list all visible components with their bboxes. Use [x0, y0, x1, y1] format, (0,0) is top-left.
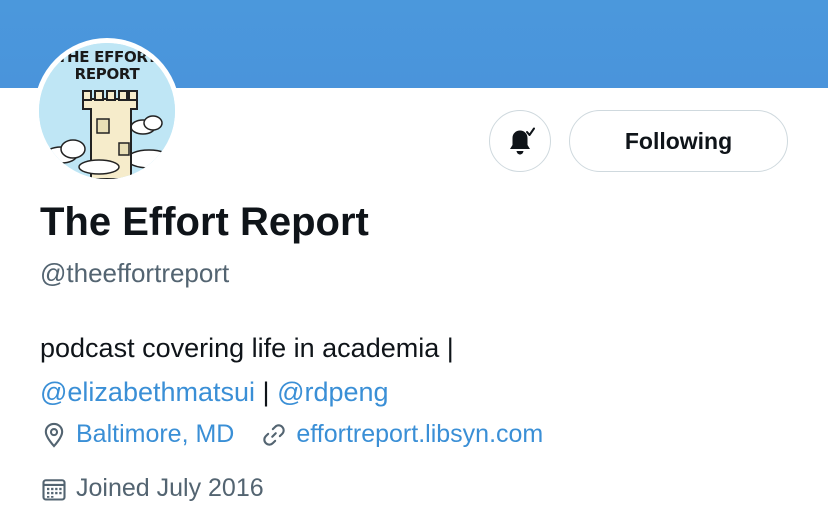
- avatar-image: THE EFFORT REPORT: [39, 43, 175, 179]
- avatar-logo-text: THE EFFORT REPORT: [39, 49, 175, 83]
- avatar-logo-line2: REPORT: [74, 65, 140, 83]
- website-item: effortreport.libsyn.com: [260, 420, 543, 449]
- bio-mention-elizabethmatsui[interactable]: @elizabethmatsui: [40, 377, 255, 407]
- bio-text: podcast covering life in academia |: [40, 333, 454, 363]
- link-icon: [263, 423, 286, 446]
- location-text: Baltimore, MD: [76, 420, 235, 448]
- notifications-button[interactable]: [489, 110, 551, 172]
- profile-bio: podcast covering life in academia | @eli…: [40, 326, 454, 414]
- joined-text: Joined July 2016: [76, 474, 264, 502]
- following-button[interactable]: Following: [569, 110, 788, 172]
- bell-check-icon: [510, 127, 535, 155]
- profile-avatar[interactable]: THE EFFORT REPORT: [34, 38, 180, 184]
- website-link[interactable]: effortreport.libsyn.com: [296, 420, 543, 449]
- location-item: Baltimore, MD: [40, 420, 234, 449]
- location-pin-icon: [44, 422, 64, 448]
- joined-row: Joined July 2016: [40, 474, 264, 503]
- bio-mentions-line: @elizabethmatsui | @rdpeng: [40, 370, 454, 414]
- profile-meta-row: Baltimore, MD effortreport.libsyn.com: [40, 420, 543, 449]
- bio-separator: |: [262, 377, 270, 407]
- calendar-icon: [42, 478, 66, 501]
- bio-mention-rdpeng[interactable]: @rdpeng: [277, 377, 388, 407]
- profile-name: The Effort Report: [40, 200, 369, 244]
- profile-handle: @theeffortreport: [40, 258, 230, 288]
- joined-item: Joined July 2016: [40, 474, 264, 503]
- avatar-logo-line1: THE EFFORT: [57, 48, 157, 66]
